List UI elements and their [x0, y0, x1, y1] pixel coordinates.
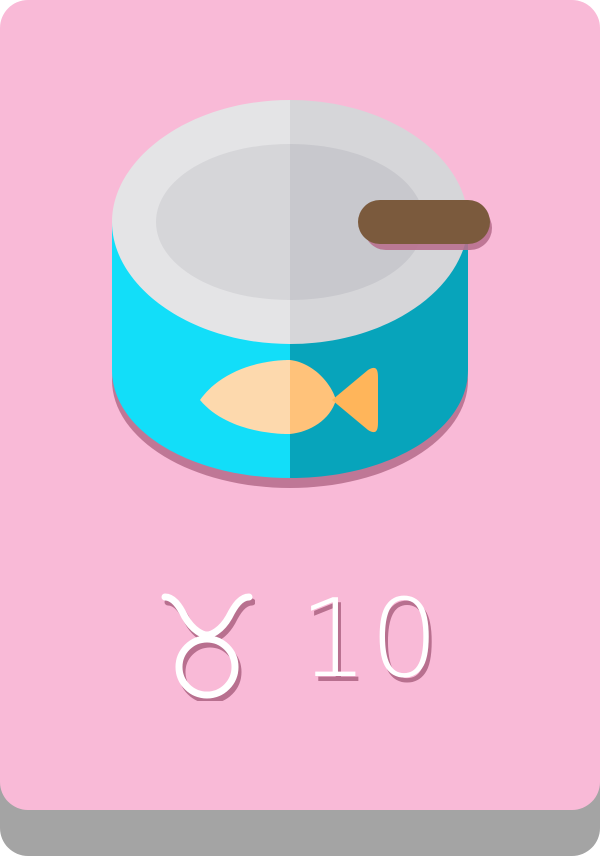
- reward-card-wrapper: 10: [0, 0, 600, 856]
- reward-value: 10: [0, 577, 600, 702]
- tuna-can-icon: [112, 100, 492, 488]
- taurus-icon: [161, 593, 256, 701]
- reward-card[interactable]: 10: [0, 0, 600, 810]
- reward-amount: 10: [299, 577, 441, 702]
